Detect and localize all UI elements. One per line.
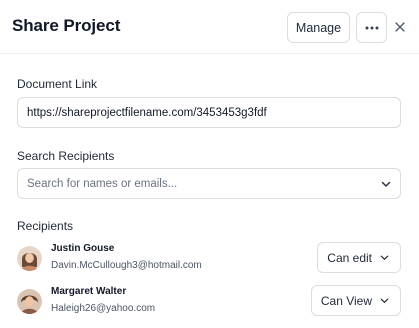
- permission-value: Can View: [320, 293, 372, 308]
- permission-dropdown[interactable]: Can View: [310, 285, 401, 316]
- recipient-row: Margaret Walter Haleigh26@yahoo.com Can …: [17, 285, 401, 319]
- avatar: [17, 246, 42, 271]
- permission-value: Can edit: [327, 250, 372, 265]
- ellipsis-icon: [365, 26, 378, 29]
- share-project-dialog: Share Project Manage Document Link https…: [0, 0, 419, 328]
- avatar: [17, 289, 42, 314]
- chevron-down-icon: [380, 255, 389, 260]
- recipient-name: Margaret Walter: [51, 286, 127, 297]
- recipient-email: Davin.McCullough3@hotmail.com: [51, 260, 202, 271]
- recipient-row: Justin Gouse Davin.McCullough3@hotmail.c…: [17, 242, 401, 276]
- recipients-label: Recipients: [17, 219, 74, 233]
- manage-button[interactable]: Manage: [287, 12, 350, 43]
- dialog-title: Share Project: [12, 16, 121, 35]
- chevron-down-icon[interactable]: [380, 178, 392, 190]
- close-icon: [395, 22, 405, 32]
- document-link-label: Document Link: [17, 77, 98, 91]
- close-button[interactable]: [392, 19, 408, 35]
- permission-dropdown[interactable]: Can edit: [317, 242, 401, 273]
- dialog-header: Share Project Manage: [0, 0, 419, 54]
- document-link-field[interactable]: https://shareprojectfilename.com/3453453…: [17, 97, 401, 128]
- search-recipients-input[interactable]: Search for names or emails...: [17, 168, 401, 199]
- search-recipients-label: Search Recipients: [17, 149, 115, 163]
- search-placeholder: Search for names or emails...: [27, 177, 178, 190]
- recipient-email: Haleigh26@yahoo.com: [51, 303, 156, 314]
- more-options-button[interactable]: [356, 12, 387, 43]
- chevron-down-icon: [380, 298, 389, 303]
- document-link-value: https://shareprojectfilename.com/3453453…: [27, 106, 267, 119]
- recipient-name: Justin Gouse: [51, 243, 115, 254]
